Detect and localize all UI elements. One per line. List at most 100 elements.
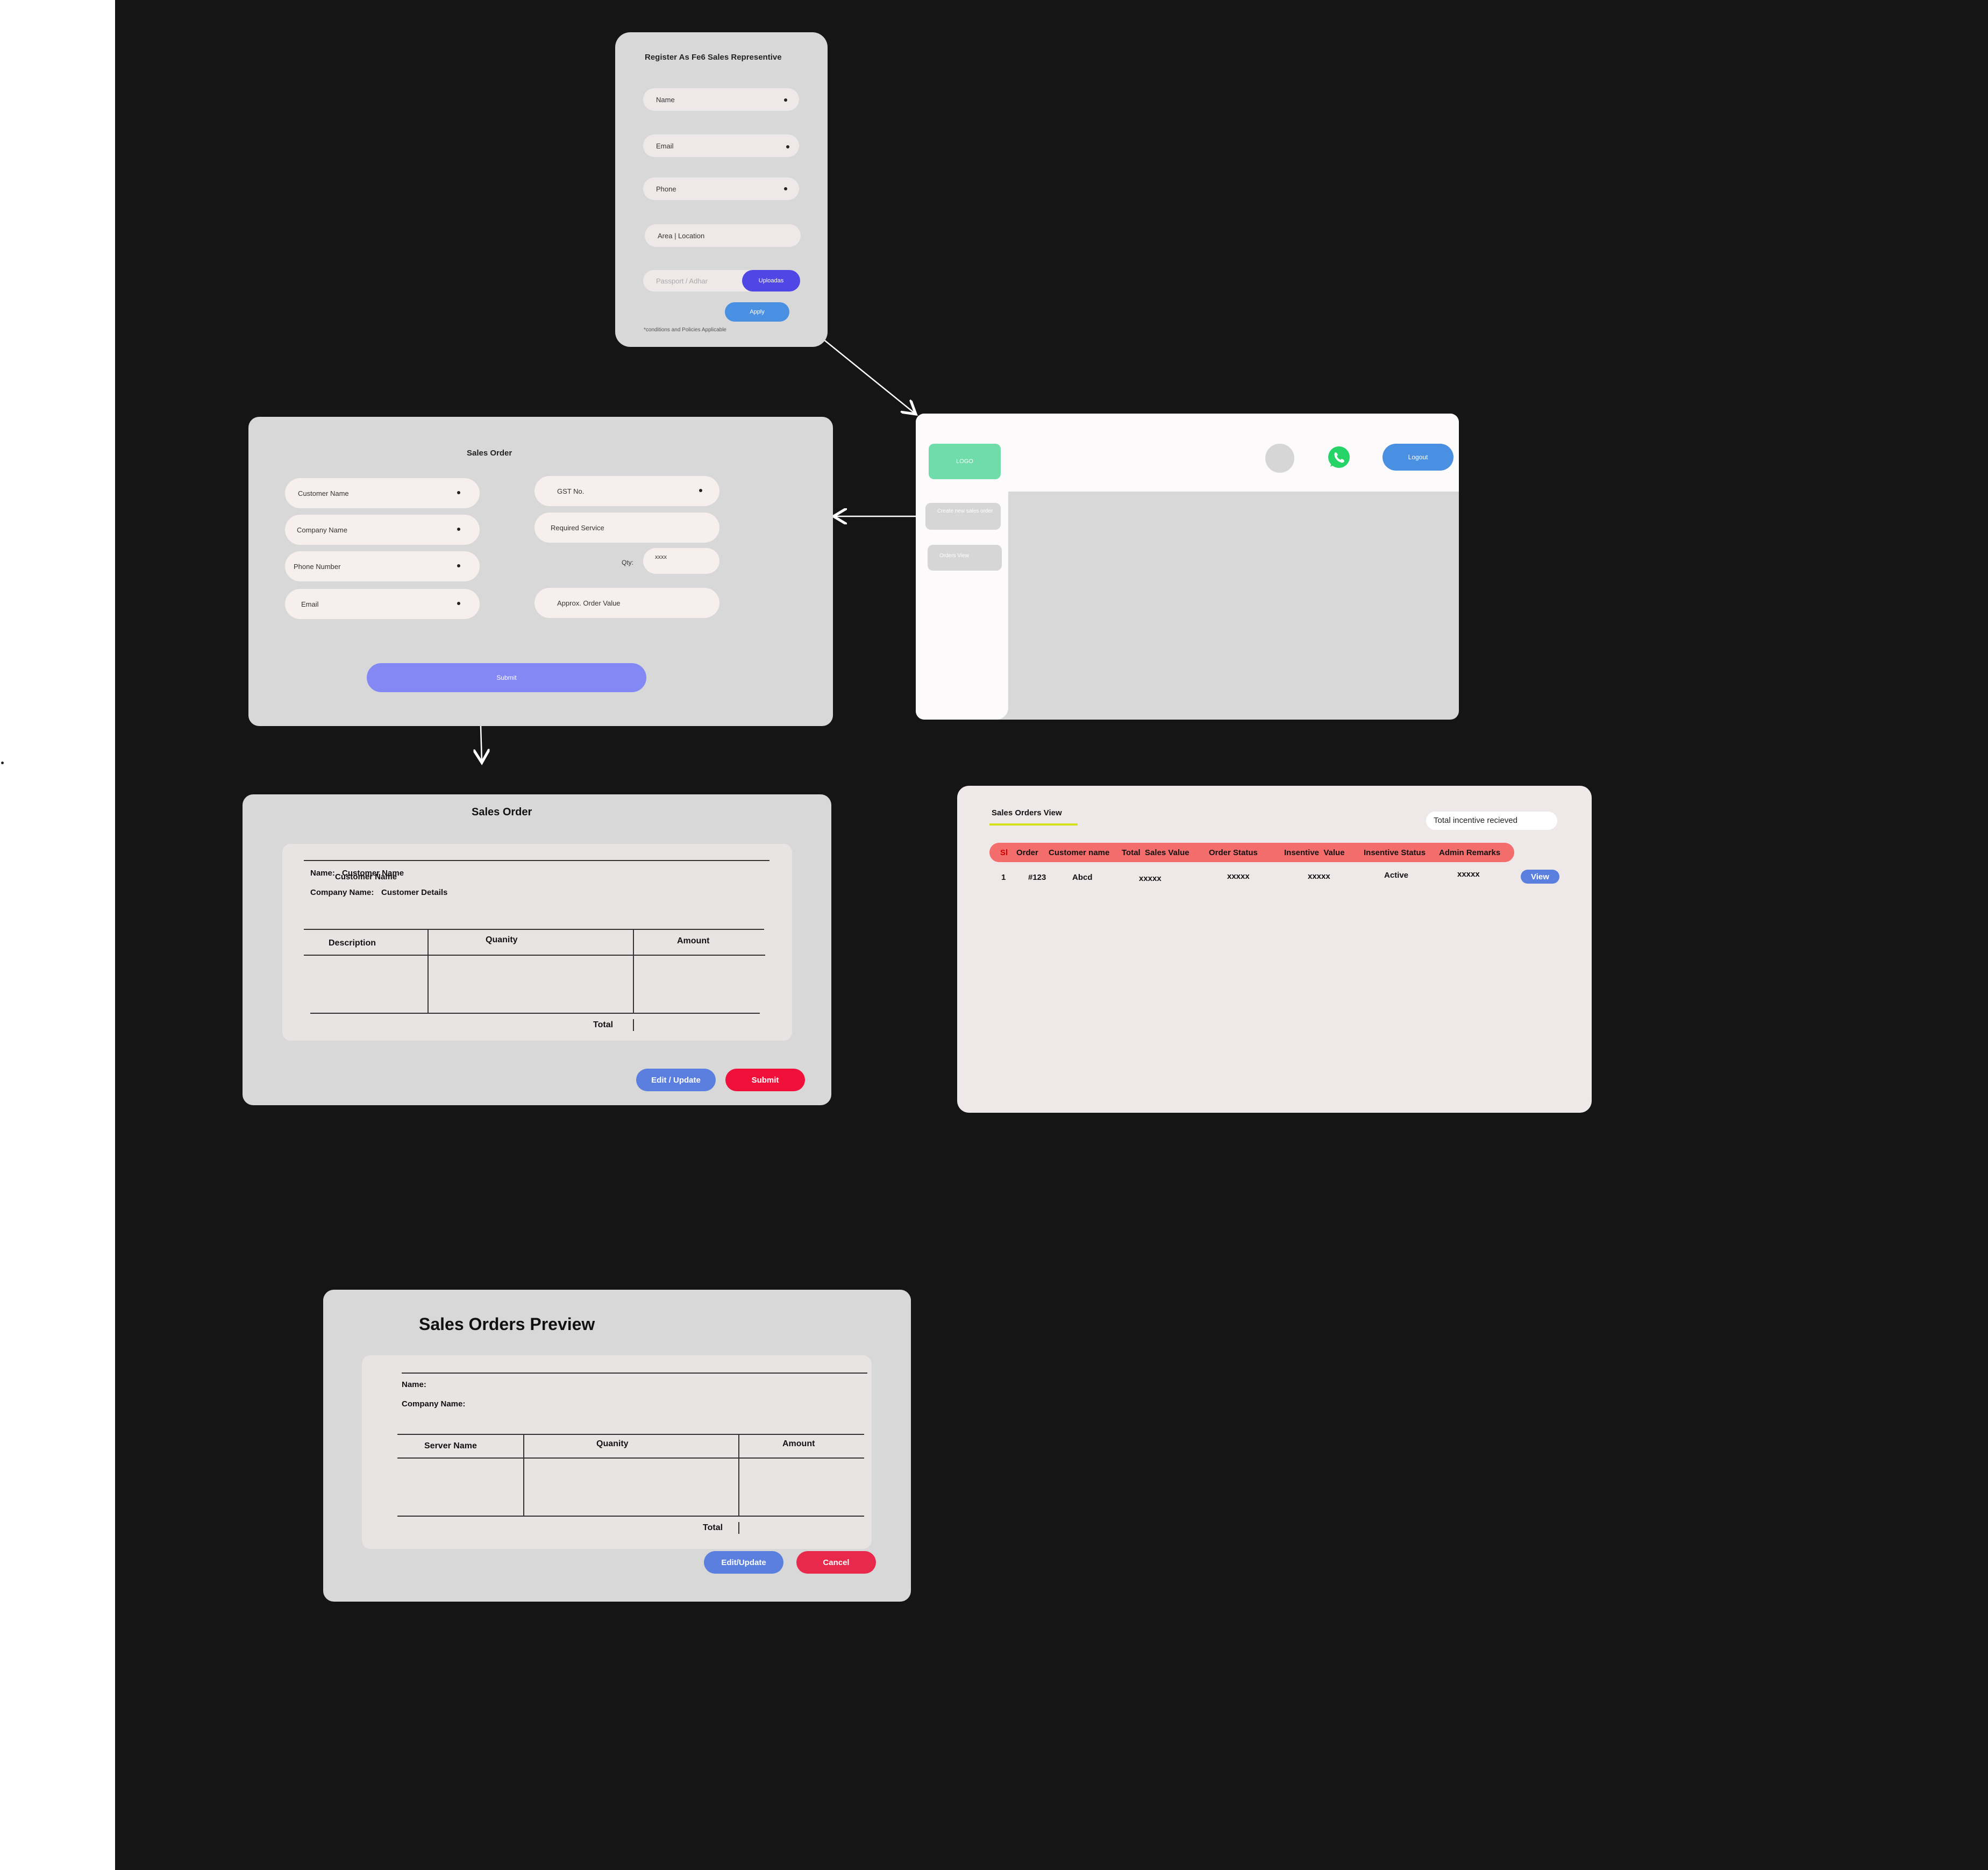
preview-table-header-rule [397, 1457, 864, 1459]
summary-title: Sales Order [472, 806, 532, 818]
phone-number-field[interactable]: Phone Number [285, 551, 480, 581]
whatsapp-icon[interactable] [1327, 445, 1351, 470]
col-order-status: Order Status [1209, 848, 1258, 857]
preview-edit-label: Edit/Update [721, 1558, 766, 1567]
sales-order-form-frame: Sales Order Customer Name Company Name P… [248, 417, 833, 726]
col-total-sales-value: Total Sales Value [1122, 848, 1189, 857]
preview-col-divider-2 [738, 1434, 739, 1517]
summary-col-description: Description [329, 938, 376, 948]
row-sl: 1 [1001, 873, 1006, 882]
qty-label: Qty: [622, 559, 634, 566]
summary-col-divider-1 [427, 929, 429, 1014]
row-incentive-status: Active [1384, 871, 1409, 880]
logout-button[interactable]: Logout [1383, 444, 1453, 471]
preview-title: Sales Orders Preview [419, 1314, 595, 1334]
preview-top-rule [402, 1373, 867, 1374]
gst-number-field[interactable]: GST No. [535, 476, 719, 506]
total-incentive-box: Total incentive recieved [1426, 812, 1557, 830]
customer-name-field[interactable]: Customer Name [285, 478, 480, 508]
summary-submit-button[interactable]: Submit [725, 1069, 805, 1091]
approx-order-value-field[interactable]: Approx. Order Value [535, 588, 719, 618]
qty-value: xxxx [655, 554, 667, 560]
preview-total-label: Total [703, 1523, 723, 1532]
form-submit-button[interactable]: Submit [367, 663, 646, 692]
preview-cancel-button[interactable]: Cancel [796, 1551, 876, 1574]
orders-view-title: Sales Orders View [992, 808, 1062, 817]
qty-input[interactable]: xxxx [643, 548, 719, 574]
register-frame: Register As Fe6 Sales Representive Name … [615, 32, 828, 347]
email-field[interactable]: Email [285, 589, 480, 619]
form-title: Sales Order [467, 449, 512, 458]
required-dot-icon [786, 145, 789, 148]
sales-order-summary-frame: Sales Order Name: Customer Name Customer… [243, 794, 831, 1105]
register-footnote: *conditions and Policies Applicable [644, 327, 726, 333]
summary-table-bottom-rule [310, 1013, 760, 1014]
row-view-button[interactable]: View [1521, 870, 1559, 884]
register-name-label: Name [656, 95, 675, 104]
summary-card: Name: Customer Name Customer Name Compan… [282, 844, 792, 1041]
avatar[interactable] [1265, 444, 1294, 473]
summary-company-label: Company Name: [310, 888, 374, 897]
dashboard-logo: LOGO [929, 444, 1001, 479]
register-upload-button[interactable]: Uploadas [742, 270, 800, 291]
company-name-label: Company Name [297, 525, 347, 534]
preview-name-label: Name: [402, 1380, 426, 1389]
register-email-field[interactable]: Email [643, 134, 799, 157]
summary-total-divider [633, 1019, 634, 1031]
col-incentive-value: Insentive Value [1284, 848, 1345, 857]
preview-frame: Sales Orders Preview Name: Company Name:… [323, 1290, 911, 1602]
col-order: Order [1016, 848, 1038, 857]
preview-col-quantity: Quanity [596, 1439, 629, 1448]
register-area-label: Area | Location [658, 231, 705, 240]
register-area-field[interactable]: Area | Location [645, 224, 801, 247]
email-label: Email [301, 600, 319, 608]
summary-table-header-rule [304, 955, 765, 956]
register-title: Register As Fe6 Sales Representive [645, 53, 782, 62]
customer-name-label: Customer Name [298, 489, 349, 497]
phone-number-label: Phone Number [294, 562, 341, 571]
row-customer: Abcd [1072, 873, 1093, 882]
row-order: #123 [1028, 873, 1046, 882]
row-view-label: View [1531, 872, 1549, 881]
register-upload-label: Uploadas [758, 278, 784, 284]
preview-table-top-rule [397, 1434, 864, 1435]
col-incentive-status: Insentive Status [1364, 848, 1426, 857]
required-dot-icon [699, 489, 702, 492]
required-dot-icon [784, 187, 787, 190]
summary-edit-button[interactable]: Edit / Update [636, 1069, 716, 1091]
col-sl: Sl [1000, 848, 1008, 857]
gst-number-label: GST No. [557, 487, 585, 495]
register-apply-label: Apply [750, 309, 765, 315]
required-dot-icon [457, 491, 460, 494]
row-order-status: xxxxx [1227, 872, 1250, 881]
menu-item-orders-view[interactable]: Orders View [928, 545, 1002, 571]
menu-item-create-order[interactable]: Create new sales order [925, 503, 1001, 530]
row-incentive-value: xxxxx [1308, 872, 1330, 881]
logout-label: Logout [1408, 453, 1428, 461]
preview-card: Name: Company Name: Server Name Quanity … [362, 1355, 872, 1549]
register-apply-button[interactable]: Apply [725, 302, 789, 322]
dashboard-frame: LOGO Logout Create new sales order Order… [916, 414, 1459, 720]
register-phone-field[interactable]: Phone [643, 177, 799, 200]
register-name-field[interactable]: Name [643, 88, 799, 111]
summary-submit-label: Submit [751, 1075, 779, 1085]
summary-table-top-rule [304, 929, 764, 930]
preview-company-label: Company Name: [402, 1399, 466, 1409]
row-sales-value: xxxxx [1139, 874, 1162, 883]
preview-table-bottom-rule [397, 1516, 864, 1517]
preview-edit-button[interactable]: Edit/Update [704, 1551, 783, 1574]
required-service-field[interactable]: Required Service [535, 513, 719, 543]
row-remarks: xxxxx [1457, 870, 1480, 879]
summary-name-value-overlap: Customer Name [335, 872, 397, 881]
form-submit-label: Submit [496, 674, 517, 681]
orders-view-title-underline [989, 823, 1078, 826]
register-passport-placeholder: Passport / Adhar [656, 276, 708, 285]
dashboard-logo-label: LOGO [956, 458, 973, 465]
summary-name-label: Name: [310, 869, 335, 878]
approx-order-value-label: Approx. Order Value [557, 599, 621, 607]
preview-col-server-name: Server Name [424, 1441, 477, 1451]
company-name-field[interactable]: Company Name [285, 515, 480, 545]
summary-edit-label: Edit / Update [651, 1075, 701, 1085]
register-email-label: Email [656, 141, 674, 150]
summary-top-rule [304, 860, 769, 861]
